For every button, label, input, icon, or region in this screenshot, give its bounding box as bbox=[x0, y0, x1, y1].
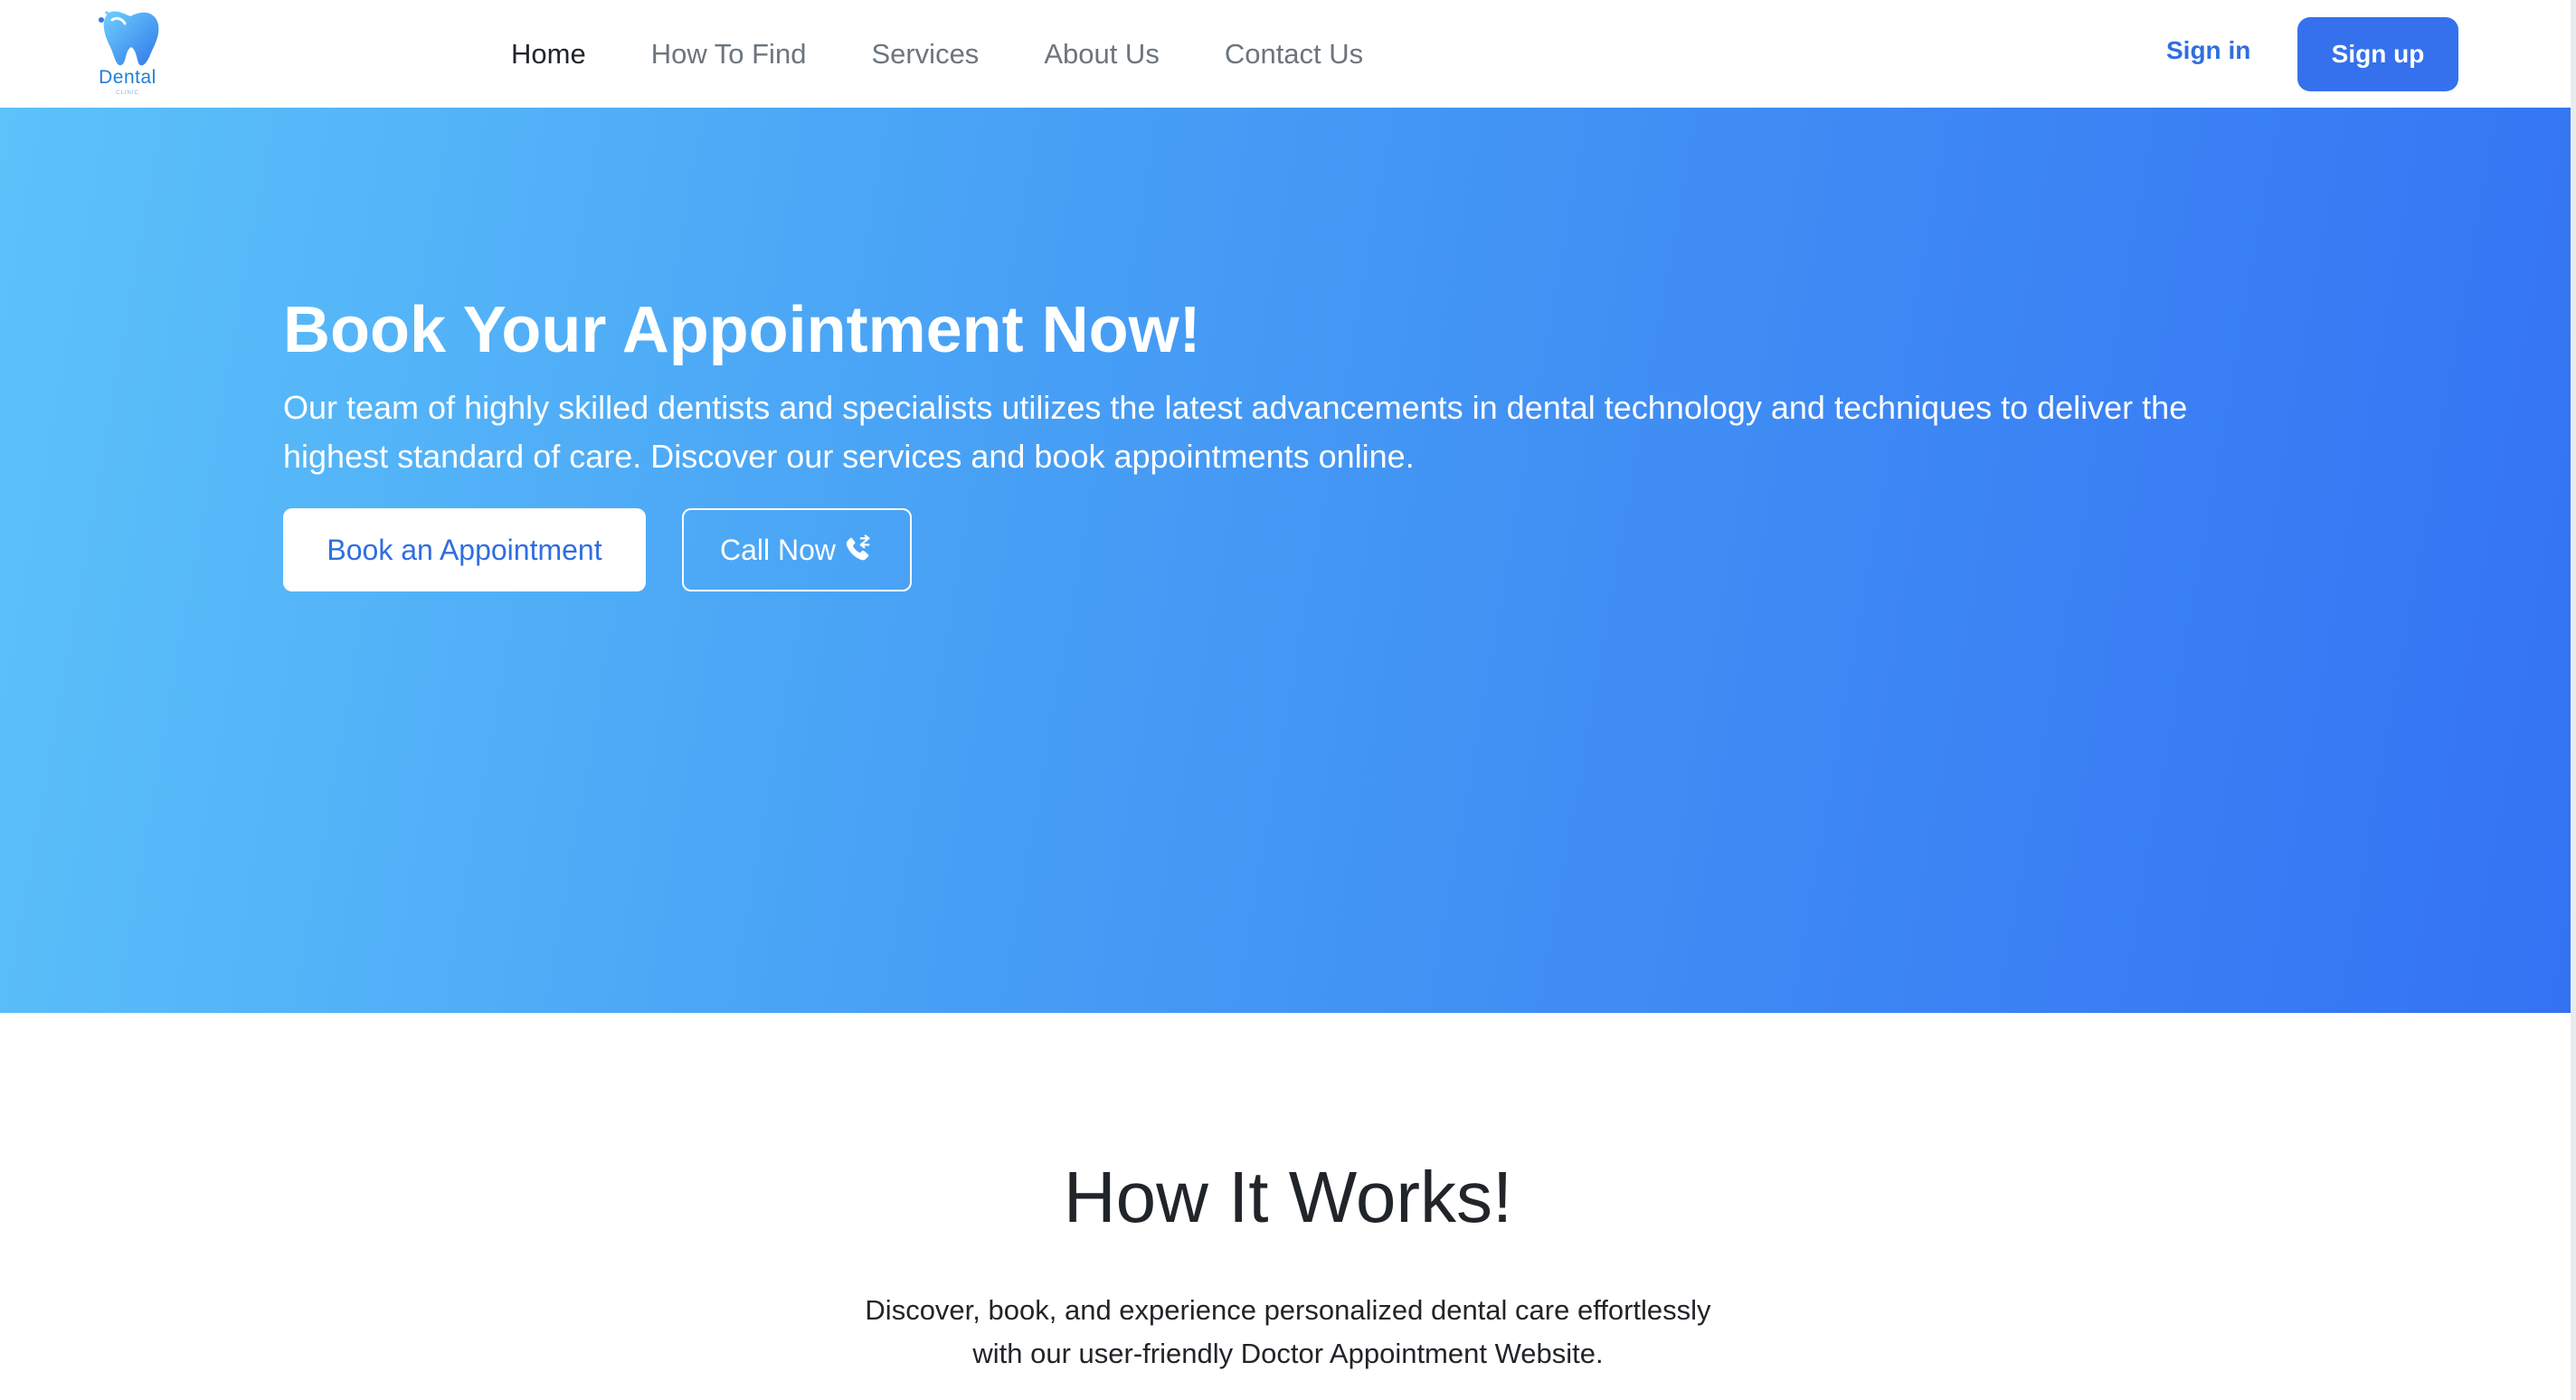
nav-about-us[interactable]: About Us bbox=[1044, 38, 1160, 71]
nav-services[interactable]: Services bbox=[871, 38, 979, 71]
logo-subtext: CLINIC bbox=[116, 90, 139, 96]
phone-icon bbox=[843, 534, 874, 565]
page-scrollbar[interactable] bbox=[2571, 0, 2576, 1400]
tooth-icon bbox=[99, 11, 159, 66]
call-now-label: Call Now bbox=[719, 533, 837, 566]
brand-logo[interactable]: Dental CLINIC bbox=[90, 7, 165, 98]
nav-home[interactable]: Home bbox=[511, 38, 586, 71]
nav-how-to-find[interactable]: How To Find bbox=[651, 38, 807, 71]
nav-contact-us[interactable]: Contact Us bbox=[1225, 38, 1363, 71]
how-it-works-description: Discover, book, and experience personali… bbox=[836, 1289, 1740, 1376]
hero-section: Book Your Appointment Now! Our team of h… bbox=[0, 108, 2576, 1013]
hero-title: Book Your Appointment Now! bbox=[283, 294, 1201, 366]
navbar: Dental CLINIC Home How To Find Services … bbox=[0, 0, 2576, 108]
logo-text: Dental bbox=[99, 67, 156, 88]
sign-up-button[interactable]: Sign up bbox=[2297, 17, 2458, 91]
call-now-button[interactable]: Call Now bbox=[682, 508, 912, 591]
sign-in-link[interactable]: Sign in bbox=[2166, 36, 2250, 65]
book-appointment-button[interactable]: Book an Appointment bbox=[283, 508, 646, 591]
how-it-works-title: How It Works! bbox=[1063, 1157, 1513, 1237]
hero-description: Our team of highly skilled dentists and … bbox=[283, 389, 2188, 475]
main-nav: Home How To Find Services About Us Conta… bbox=[511, 0, 1363, 108]
how-it-works-line-2: with our user-friendly Doctor Appointmen… bbox=[972, 1338, 1604, 1369]
how-it-works-line-1: Discover, book, and experience personali… bbox=[865, 1294, 1711, 1326]
